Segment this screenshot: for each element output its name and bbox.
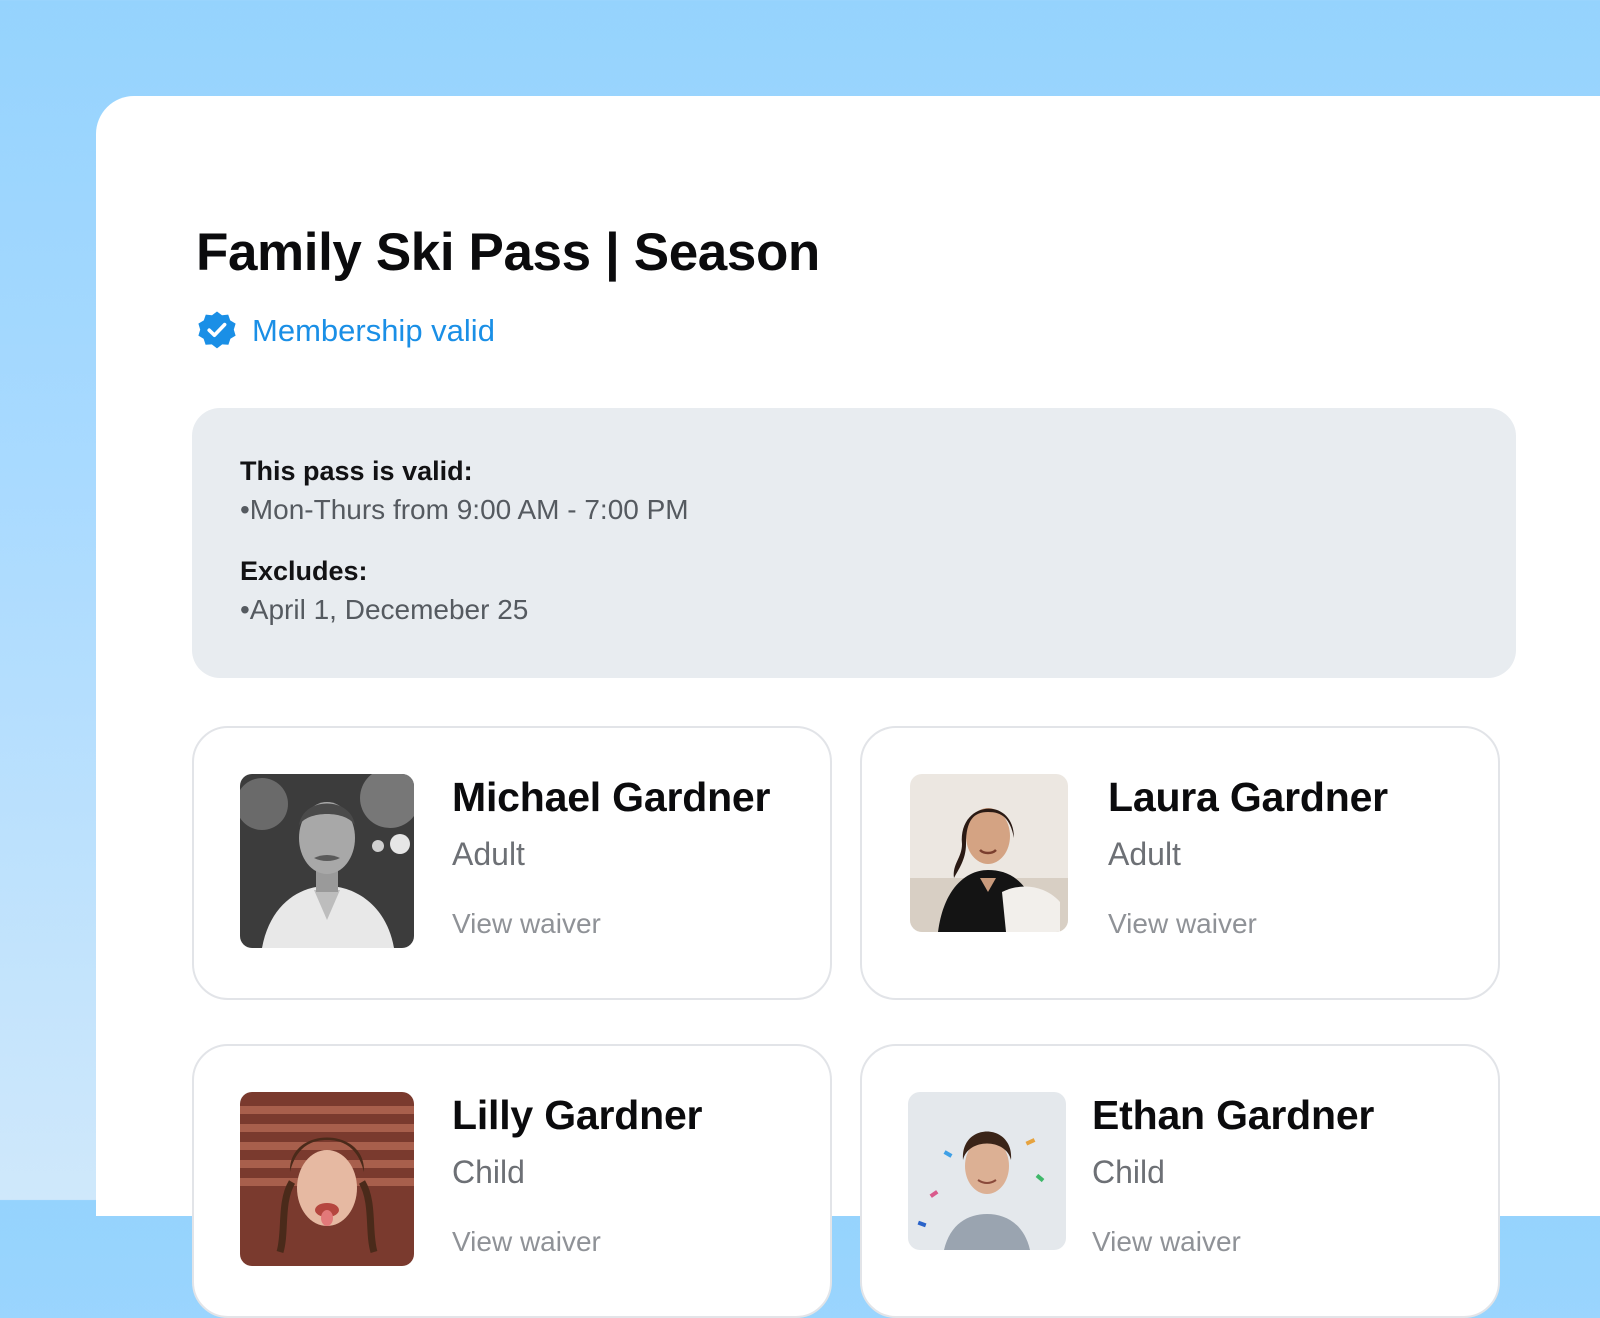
excluded-dates: •April 1, Decemeber 25 xyxy=(240,594,529,625)
member-name: Michael Gardner xyxy=(452,774,771,820)
member-role: Adult xyxy=(452,836,525,872)
valid-schedule: •Mon-Thurs from 9:00 AM - 7:00 PM xyxy=(240,494,689,525)
view-waiver-link[interactable]: View waiver xyxy=(452,908,601,940)
member-name: Laura Gardner xyxy=(1108,774,1388,820)
validity-info-box: This pass is valid: •Mon-Thurs from 9:00… xyxy=(192,408,1516,678)
valid-heading: This pass is valid: xyxy=(240,456,473,486)
man-portrait-icon xyxy=(240,774,414,948)
membership-status: Membership valid xyxy=(196,310,495,352)
excludes-heading: Excludes: xyxy=(240,556,368,586)
member-role: Child xyxy=(452,1154,525,1190)
member-card[interactable]: Ethan Gardner Child View waiver xyxy=(860,1044,1500,1318)
member-name: Lilly Gardner xyxy=(452,1092,703,1138)
verified-badge-icon xyxy=(196,310,238,352)
view-waiver-link[interactable]: View waiver xyxy=(452,1226,601,1258)
member-role: Adult xyxy=(1108,836,1181,872)
page-title: Family Ski Pass | Season xyxy=(196,223,820,282)
view-waiver-link[interactable]: View waiver xyxy=(1108,908,1257,940)
member-card[interactable]: Lilly Gardner Child View waiver xyxy=(192,1044,832,1318)
view-waiver-link[interactable]: View waiver xyxy=(1092,1226,1241,1258)
member-name: Ethan Gardner xyxy=(1092,1092,1375,1138)
boy-portrait-icon xyxy=(908,1092,1066,1250)
member-role: Child xyxy=(1092,1154,1165,1190)
member-card[interactable]: Michael Gardner Adult View waiver xyxy=(192,726,832,1000)
membership-status-text: Membership valid xyxy=(252,313,495,348)
pass-details-panel: Family Ski Pass | Season Membership vali… xyxy=(96,96,1600,1318)
woman-portrait-icon xyxy=(910,774,1068,932)
girl-portrait-icon xyxy=(240,1092,414,1266)
member-card[interactable]: Laura Gardner Adult View waiver xyxy=(860,726,1500,1000)
